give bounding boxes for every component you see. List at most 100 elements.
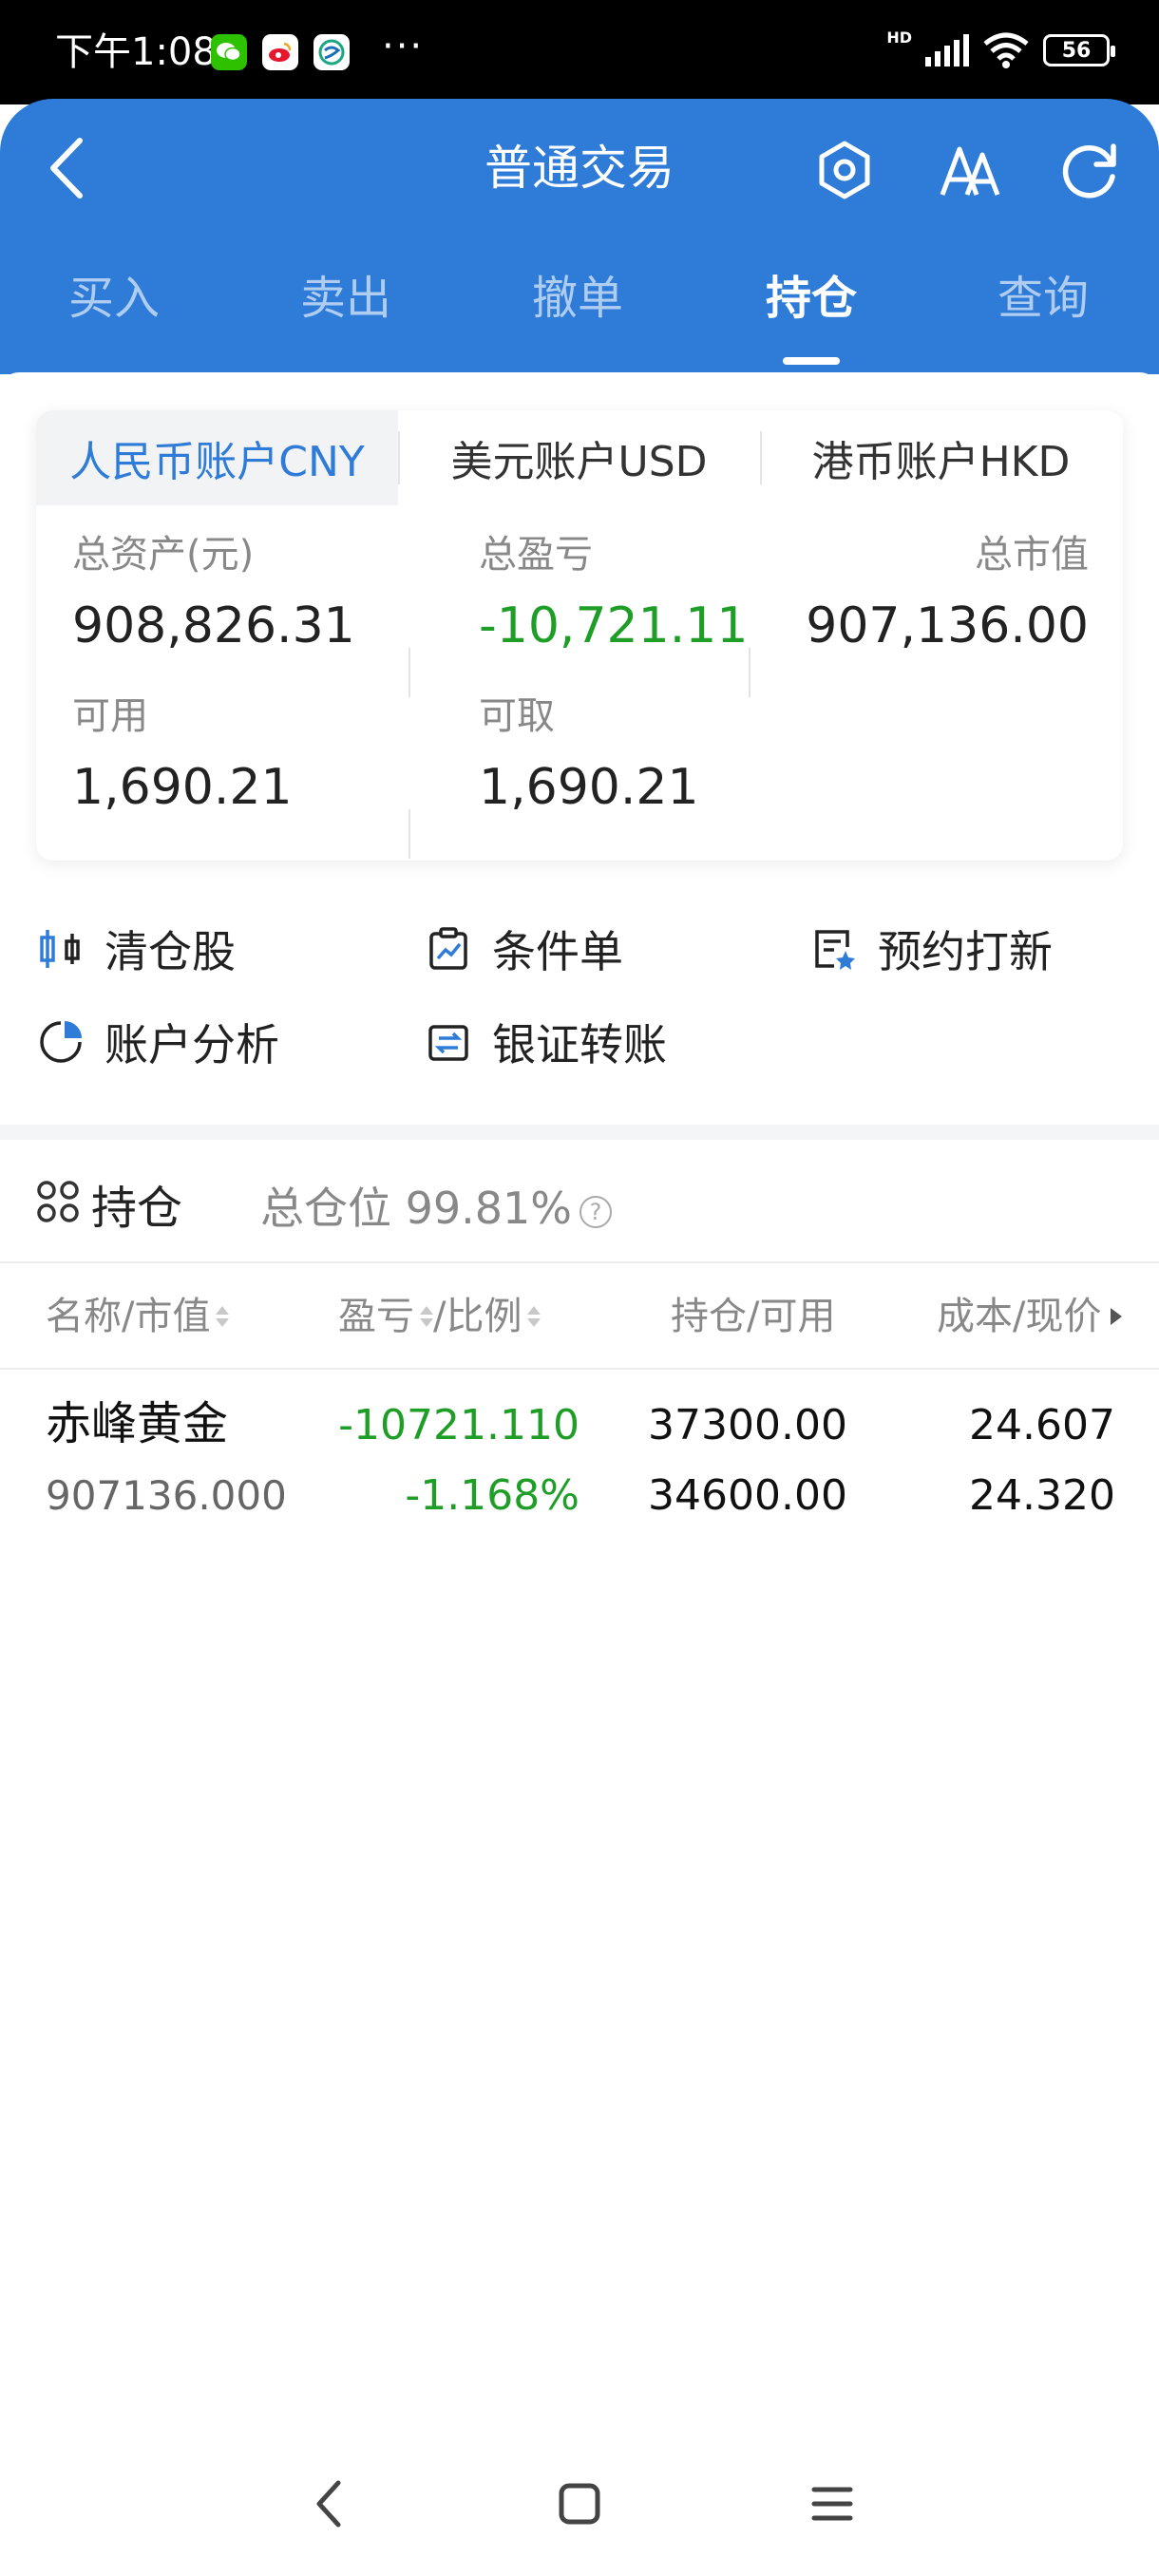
conditional-order-icon [426,926,471,972]
sort-icon [527,1306,542,1327]
total-pnl-value: -10,721.11 [479,597,749,654]
col-name-label: 名称/市值 [46,1295,211,1338]
total-pnl-label: 总盈亏 [479,533,593,577]
stock-pnl: -10721.110 [338,1401,580,1449]
hd-label: HD [886,28,912,47]
col-position-available: 持仓/可用 [671,1295,836,1338]
withdrawable-value: 1,690.21 [479,759,699,816]
grid-icon [37,1181,79,1222]
stock-price: 24.320 [969,1471,1115,1520]
battery-level: 56 [1061,38,1092,63]
total-assets: 总资产(元) 908,826.31 [72,530,355,659]
quick-action-label: 预约打新 [878,926,1053,977]
nav-menu-button[interactable] [794,2466,870,2542]
tab-cancel[interactable]: 撤单 [492,260,663,346]
wechat-icon [211,34,247,70]
total-assets-label: 总资产(元) [72,533,255,577]
account-tab-cny[interactable]: 人民币账户CNY [36,410,398,505]
col-name-market-value[interactable]: 名称/市值 [46,1292,230,1341]
help-icon[interactable]: ? [580,1196,613,1228]
status-time: 下午1:08 [55,30,217,74]
signal-icon [925,34,969,66]
total-pnl: 总盈亏 -10,721.11 [479,530,748,659]
col-pnl-ratio[interactable]: 盈亏 /比例 [338,1292,542,1341]
total-market-value: 总市值 907,136.00 [806,530,1089,659]
wifi-icon [983,32,1029,68]
stock-pnl-ratio: -1.168% [405,1471,580,1520]
account-tab-hkd[interactable]: 港币账户HKD [760,410,1122,505]
font-size-button[interactable] [927,127,1013,213]
settings-icon [819,141,870,199]
china-mobile-icon [314,34,350,70]
total-market-value-value: 907,136.00 [806,597,1089,654]
holdings-title: 持仓 [91,1182,183,1235]
active-tab-indicator [783,357,840,365]
col-cost-price[interactable]: 成本/现价 [937,1292,1123,1341]
quick-action-bank-transfer[interactable]: 银证转账 [426,1009,667,1075]
stock-market-value: 907136.000 [46,1472,287,1519]
stock-name: 赤峰黄金 [46,1397,229,1450]
tab-holdings[interactable]: 持仓 [726,260,897,346]
nav-back-icon [316,2480,341,2528]
position-summary: 总仓位 99.81%? [260,1174,613,1237]
available-funds: 可用 1,690.21 [72,691,293,821]
total-assets-value: 908,826.31 [72,597,355,654]
quick-action-clear-position[interactable]: 清仓股 [38,916,236,982]
nav-back-button[interactable] [291,2466,367,2542]
withdrawable-funds: 可取 1,690.21 [479,691,699,821]
account-currency-tabs: 人民币账户CNY 美元账户USD 港币账户HKD [36,410,1123,505]
available-value: 1,690.21 [72,759,293,816]
account-tab-usd[interactable]: 美元账户USD [398,410,760,505]
holdings-header: 持仓 总仓位 99.81%? [0,1140,1159,1263]
settings-button[interactable] [802,127,887,213]
trade-tabs: 买入 卖出 撤单 持仓 查询 [0,260,1159,346]
tab-buy[interactable]: 买入 [28,260,200,346]
quick-action-ipo-reservation[interactable]: 预约打新 [811,916,1053,982]
font-size-icon [940,146,1000,196]
clear-position-icon [38,926,84,972]
stock-position: 37300.00 [648,1401,847,1449]
status-indicators: HD 56 [886,28,1115,68]
col-ratio-label: /比例 [433,1295,522,1338]
scroll-right-icon [1111,1308,1123,1325]
status-bar: 下午1:08 ··· HD 56 [0,0,1159,104]
tab-sell[interactable]: 卖出 [260,260,431,346]
quick-action-account-analysis[interactable]: 账户分析 [38,1009,279,1075]
ipo-reservation-icon [811,926,857,972]
stock-cost: 24.607 [969,1401,1115,1449]
sina-icon [262,34,298,70]
status-app-icons [211,34,350,70]
stock-available: 34600.00 [648,1471,847,1520]
col-cost-label: 成本/现价 [937,1295,1102,1338]
quick-action-label: 清仓股 [104,926,236,977]
app-header: 普通交易 买入 卖出 撤单 持仓 查询 [0,99,1159,374]
quick-action-conditional-order[interactable]: 条件单 [426,916,623,982]
transfer-icon [426,1019,471,1065]
account-card: 人民币账户CNY 美元账户USD 港币账户HKD 总资产(元) 908,826.… [36,410,1123,861]
refresh-icon [1062,143,1116,199]
quick-action-label: 银证转账 [492,1019,667,1070]
divider [408,648,410,697]
sort-icon [420,1306,433,1327]
divider [749,648,750,697]
refresh-button[interactable] [1047,127,1132,213]
holdings-table-header: 名称/市值 盈亏 /比例 持仓/可用 成本/现价 [0,1263,1159,1370]
quick-action-label: 条件单 [492,926,623,977]
divider [408,809,410,859]
col-pnl-label: 盈亏 [338,1295,414,1338]
pie-chart-icon [38,1019,84,1065]
available-label: 可用 [72,694,148,738]
section-divider [0,1125,1159,1140]
status-more: ··· [382,25,425,68]
total-market-value-label: 总市值 [975,533,1089,577]
tab-query[interactable]: 查询 [958,260,1129,346]
table-row[interactable]: 赤峰黄金 907136.000 -10721.110 -1.168% 37300… [0,1370,1159,1541]
sort-icon [216,1306,230,1327]
nav-home-button[interactable] [542,2466,618,2542]
nav-menu-icon [811,2487,853,2521]
nav-home-icon [559,2483,600,2525]
position-summary-text: 总仓位 99.81% [260,1183,573,1234]
battery-icon: 56 [1043,34,1115,66]
withdrawable-label: 可取 [479,694,555,738]
quick-action-label: 账户分析 [104,1019,279,1070]
